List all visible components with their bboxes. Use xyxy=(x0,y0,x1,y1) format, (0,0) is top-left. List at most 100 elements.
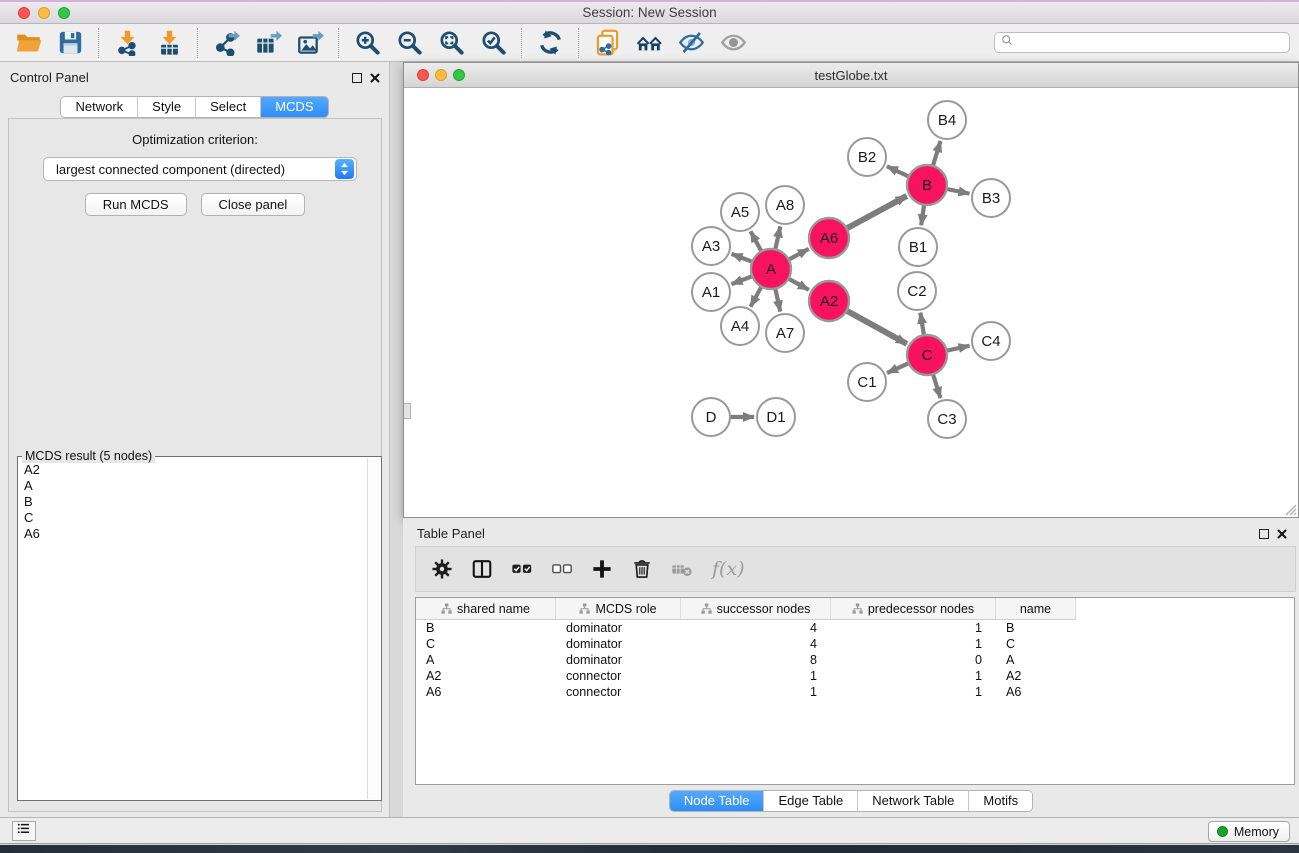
graph-node-A3[interactable]: A3 xyxy=(692,227,730,265)
open-file-button[interactable] xyxy=(11,27,45,59)
table-row[interactable]: Bdominator41B xyxy=(416,620,1294,636)
graph-node-A7[interactable]: A7 xyxy=(766,314,804,352)
export-table-button[interactable] xyxy=(251,27,285,59)
column-header-predecessor-nodes[interactable]: predecessor nodes xyxy=(831,598,996,620)
home-button[interactable] xyxy=(632,27,666,59)
graph-node-C1[interactable]: C1 xyxy=(848,363,886,401)
graph-node-C[interactable]: C xyxy=(907,335,947,375)
table-cell[interactable]: 1 xyxy=(681,668,831,684)
function-builder-button[interactable]: f(x) xyxy=(710,558,745,580)
close-panel-icon[interactable] xyxy=(369,72,381,84)
eye-button[interactable] xyxy=(716,27,750,59)
graph-node-A2[interactable]: A2 xyxy=(809,281,849,321)
column-header-name[interactable]: name xyxy=(996,598,1076,620)
table-cell[interactable]: dominator xyxy=(556,652,681,668)
export-network-button[interactable] xyxy=(209,27,243,59)
tab-network[interactable]: Network xyxy=(61,97,137,117)
table-cell[interactable]: A2 xyxy=(996,668,1076,684)
graph-node-B1[interactable]: B1 xyxy=(899,228,937,266)
table-cell[interactable]: 8 xyxy=(681,652,831,668)
save-session-button[interactable] xyxy=(53,27,87,59)
tab-style[interactable]: Style xyxy=(137,97,195,117)
table-row[interactable]: A2connector11A2 xyxy=(416,668,1294,684)
table-row[interactable]: Cdominator41C xyxy=(416,636,1294,652)
import-network-button[interactable] xyxy=(110,27,144,59)
graph-node-A5[interactable]: A5 xyxy=(721,193,759,231)
graph-node-D1[interactable]: D1 xyxy=(757,398,795,436)
result-scrollbar[interactable] xyxy=(367,458,380,799)
close-table-panel-icon[interactable] xyxy=(1276,528,1288,540)
zoom-in-button[interactable] xyxy=(350,27,384,59)
table-cell[interactable]: 4 xyxy=(681,636,831,652)
table-cell[interactable]: 1 xyxy=(831,684,996,700)
add-column-button[interactable] xyxy=(590,556,614,582)
hide-details-button[interactable] xyxy=(674,27,708,59)
split-columns-button[interactable] xyxy=(470,556,494,582)
zoom-out-button[interactable] xyxy=(392,27,426,59)
table-cell[interactable]: B xyxy=(996,620,1076,636)
graph-node-C3[interactable]: C3 xyxy=(928,400,966,438)
memory-button[interactable]: Memory xyxy=(1208,821,1290,842)
network-canvas[interactable]: B4B2BB3A8A5A6A3B1AA1C2A2A4A7C4CC1DD1C3 xyxy=(404,88,1298,517)
table-cell[interactable]: B xyxy=(416,620,556,636)
table-cell[interactable]: 4 xyxy=(681,620,831,636)
table-cell[interactable]: 1 xyxy=(681,684,831,700)
table-cell[interactable]: connector xyxy=(556,684,681,700)
table-cell[interactable]: A6 xyxy=(416,684,556,700)
panel-edge-handle[interactable] xyxy=(404,403,411,419)
run-mcds-button[interactable]: Run MCDS xyxy=(85,193,187,216)
tab-mcds[interactable]: MCDS xyxy=(260,97,327,117)
table-cell[interactable]: C xyxy=(416,636,556,652)
export-image-button[interactable] xyxy=(293,27,327,59)
graph-node-D[interactable]: D xyxy=(692,398,730,436)
delete-table-button[interactable] xyxy=(670,556,694,582)
float-table-panel-icon[interactable] xyxy=(1259,529,1269,539)
graph-node-B[interactable]: B xyxy=(907,165,947,205)
column-header-shared-name[interactable]: shared name xyxy=(416,598,556,620)
float-panel-icon[interactable] xyxy=(352,73,362,83)
table-cell[interactable]: 1 xyxy=(831,636,996,652)
table-cell[interactable]: dominator xyxy=(556,636,681,652)
tab-network-table[interactable]: Network Table xyxy=(857,791,968,811)
tab-node-table[interactable]: Node Table xyxy=(670,791,764,811)
search-box[interactable] xyxy=(994,32,1290,53)
mcds-result-item[interactable]: A6 xyxy=(24,526,367,542)
delete-column-button[interactable] xyxy=(630,556,654,582)
graph-node-A4[interactable]: A4 xyxy=(721,307,759,345)
deselect-all-button[interactable] xyxy=(550,556,574,582)
graph-node-B2[interactable]: B2 xyxy=(848,138,886,176)
table-cell[interactable]: 0 xyxy=(831,652,996,668)
clone-network-button[interactable] xyxy=(590,27,624,59)
panel-selector-button[interactable] xyxy=(12,821,36,841)
select-all-button[interactable] xyxy=(510,556,534,582)
zoom-selected-button[interactable] xyxy=(476,27,510,59)
settings-gear-button[interactable] xyxy=(430,556,454,582)
tab-select[interactable]: Select xyxy=(195,97,260,117)
table-cell[interactable]: A xyxy=(416,652,556,668)
tab-edge-table[interactable]: Edge Table xyxy=(763,791,857,811)
table-cell[interactable]: 1 xyxy=(831,620,996,636)
resize-grip-icon[interactable] xyxy=(1284,503,1297,516)
table-cell[interactable]: connector xyxy=(556,668,681,684)
table-row[interactable]: Adominator80A xyxy=(416,652,1294,668)
mcds-result-item[interactable]: A xyxy=(24,478,367,494)
tab-motifs[interactable]: Motifs xyxy=(968,791,1032,811)
search-input[interactable] xyxy=(1015,34,1289,51)
table-row[interactable]: A6connector11A6 xyxy=(416,684,1294,700)
graph-node-B4[interactable]: B4 xyxy=(928,101,966,139)
graph-node-A1[interactable]: A1 xyxy=(692,273,730,311)
graph-node-B3[interactable]: B3 xyxy=(972,179,1010,217)
mcds-result-item[interactable]: B xyxy=(24,494,367,510)
table-cell[interactable]: C xyxy=(996,636,1076,652)
graph-node-A8[interactable]: A8 xyxy=(766,186,804,224)
close-panel-button[interactable]: Close panel xyxy=(201,193,306,216)
table-cell[interactable]: 1 xyxy=(831,668,996,684)
column-header-MCDS-role[interactable]: MCDS role xyxy=(556,598,681,620)
mcds-result-item[interactable]: C xyxy=(24,510,367,526)
table-cell[interactable]: A xyxy=(996,652,1076,668)
import-table-button[interactable] xyxy=(152,27,186,59)
graph-node-C4[interactable]: C4 xyxy=(972,322,1010,360)
optimization-criterion-dropdown[interactable]: largest connected component (directed) xyxy=(43,157,357,181)
table-cell[interactable]: dominator xyxy=(556,620,681,636)
table-cell[interactable]: A2 xyxy=(416,668,556,684)
